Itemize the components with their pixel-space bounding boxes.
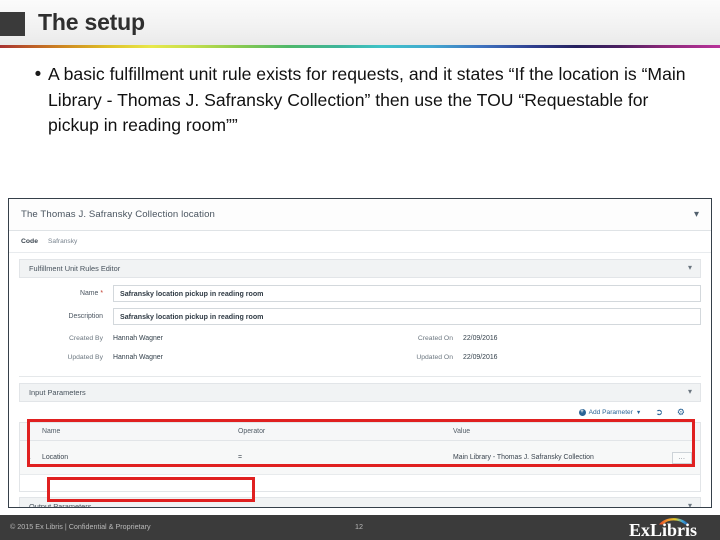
column-value: Value: [453, 428, 471, 435]
code-value: Safransky: [48, 238, 78, 245]
code-label: Code: [21, 238, 38, 245]
bullet-text: A basic fulfillment unit rule exists for…: [48, 64, 686, 135]
rules-editor-form: Name * Safransky location pickup in read…: [9, 278, 711, 372]
row-more-button[interactable]: ...: [672, 451, 692, 464]
input-parameters-toolbar: + Add Parameter ▼ ➲ ⚙: [19, 402, 701, 422]
column-name: Name: [42, 428, 61, 435]
input-parameters-table: Name Operator Value 1 Location = Main Li…: [19, 422, 701, 492]
chevron-down-icon[interactable]: ▾: [688, 501, 692, 507]
list-item: • A basic fulfillment unit rule exists f…: [28, 62, 700, 139]
row-value: Main Library - Thomas J. Safransky Colle…: [453, 453, 594, 461]
description-label: Description: [68, 313, 103, 320]
export-icon[interactable]: ➲: [655, 407, 663, 418]
name-label-text: Name: [80, 290, 99, 297]
created-by-label: Created By: [68, 335, 103, 342]
row-value-cell: Main Library - Thomas J. Safransky Colle…: [453, 451, 700, 464]
description-field-row: Description Safransky location pickup in…: [19, 307, 701, 326]
updated-on-value: 22/09/2016: [463, 354, 498, 361]
created-by-value: Hannah Wagner: [113, 335, 163, 342]
add-parameter-label: Add Parameter: [588, 409, 633, 416]
created-on-value: 22/09/2016: [463, 335, 498, 342]
name-label: Name *: [19, 290, 113, 297]
row-index: 1: [27, 454, 31, 461]
section-title: Input Parameters: [29, 388, 86, 397]
row-operator: =: [238, 454, 243, 461]
required-marker: *: [100, 290, 103, 297]
created-on-label: Created On: [417, 335, 453, 342]
bullet-point-icon: •: [34, 64, 42, 85]
collection-title: The Thomas J. Safransky Collection locat…: [21, 209, 215, 220]
chevron-down-icon[interactable]: ▾: [688, 387, 692, 396]
logo-text-libris: Libris: [650, 520, 697, 539]
slide-footer: © 2015 Ex Libris | Confidential & Propri…: [0, 515, 720, 540]
alma-screenshot: The Thomas J. Safransky Collection locat…: [8, 198, 712, 508]
svg-text:ExLibris: ExLibris: [629, 520, 697, 539]
updated-by-value: Hannah Wagner: [113, 354, 163, 361]
logo-text-ex: Ex: [629, 520, 650, 539]
chevron-down-icon[interactable]: ▾: [688, 263, 692, 272]
section-output-parameters[interactable]: Output Parameters ▾: [19, 497, 701, 508]
collection-header[interactable]: The Thomas J. Safransky Collection locat…: [9, 199, 711, 231]
description-input[interactable]: Safransky location pickup in reading roo…: [113, 308, 701, 325]
chevron-down-icon[interactable]: ▾: [694, 208, 699, 219]
rainbow-divider: [0, 45, 720, 48]
column-operator: Operator: [238, 428, 266, 435]
add-parameter-button[interactable]: + Add Parameter ▼: [578, 409, 642, 416]
slide: The setup • A basic fulfillment unit rul…: [0, 0, 720, 540]
chevron-down-icon: ▼: [635, 409, 642, 416]
table-row[interactable]: 1 Location = Main Library - Thomas J. Sa…: [20, 441, 700, 475]
name-input[interactable]: Safransky location pickup in reading roo…: [113, 285, 701, 302]
footer-page-number: 12: [355, 522, 363, 531]
updated-by-label: Updated By: [67, 354, 103, 361]
table-empty-row: [20, 475, 700, 492]
section-title: Output Parameters: [29, 502, 92, 508]
updated-row: Updated By Hannah Wagner Updated On 22/0…: [19, 349, 701, 366]
code-row: Code Safransky: [9, 231, 711, 253]
row-name: Location: [42, 454, 69, 461]
created-row: Created By Hannah Wagner Created On 22/0…: [19, 330, 701, 347]
section-title: Fulfillment Unit Rules Editor: [29, 264, 121, 273]
section-rules-editor[interactable]: Fulfillment Unit Rules Editor ▾: [19, 259, 701, 278]
divider: [19, 376, 701, 377]
updated-on-label: Updated On: [416, 354, 453, 361]
title-accent-square: [0, 12, 25, 36]
plus-icon: +: [578, 409, 586, 416]
footer-copyright: © 2015 Ex Libris | Confidential & Propri…: [10, 522, 151, 531]
page-title: The setup: [38, 9, 145, 35]
gear-icon[interactable]: ⚙: [677, 407, 685, 418]
bullet-list: • A basic fulfillment unit rule exists f…: [28, 62, 700, 139]
name-field-row: Name * Safransky location pickup in read…: [19, 284, 701, 303]
slide-title-bar: The setup: [0, 0, 720, 45]
section-input-parameters[interactable]: Input Parameters ▾: [19, 383, 701, 402]
table-header-row: Name Operator Value: [20, 423, 700, 441]
exlibris-logo: ExLibris: [629, 518, 697, 539]
